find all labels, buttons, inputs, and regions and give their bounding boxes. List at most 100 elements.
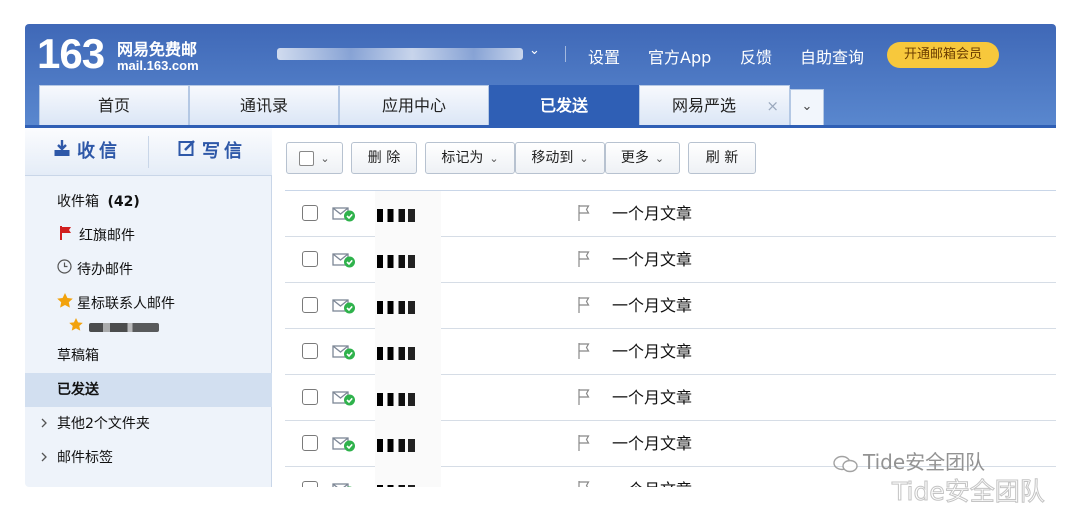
email-subject[interactable]: 一个月文章 (612, 467, 692, 487)
email-subject[interactable]: 一个月文章 (612, 421, 692, 467)
tab-label: 通讯录 (239, 96, 288, 115)
move-to-dropdown[interactable]: 移动到 ⌄ (515, 142, 605, 174)
delete-button[interactable]: 删 除 (351, 142, 417, 174)
recipient-redacted (375, 467, 441, 487)
recipient-redacted (375, 375, 441, 421)
folder-label: 待办邮件 (77, 262, 133, 278)
flag-icon[interactable] (577, 204, 591, 222)
email-subject[interactable]: 一个月文章 (612, 191, 692, 237)
sent-mail-icon (332, 253, 355, 268)
folder-starred-contact-redacted[interactable] (25, 314, 272, 340)
folder-label: 其他2个文件夹 (57, 416, 150, 432)
tab-home[interactable]: 首页 (39, 85, 189, 125)
email-list: 一个月文章一个月文章一个月文章一个月文章一个月文章一个月文章一个月文章 (285, 190, 1056, 487)
email-subject[interactable]: 一个月文章 (612, 283, 692, 329)
recipient-redacted (375, 283, 441, 329)
feedback-link[interactable]: 反馈 (740, 44, 772, 68)
flag-icon[interactable] (577, 250, 591, 268)
vip-membership-button[interactable]: 开通邮箱会员 (887, 42, 999, 68)
sent-mail-icon (332, 299, 355, 314)
folder-drafts[interactable]: 草稿箱 (25, 339, 272, 373)
receive-button[interactable]: 收信 (53, 128, 121, 176)
account-email-redacted (277, 48, 523, 60)
more-label: 更多 (620, 150, 649, 166)
sent-mail-icon (332, 483, 352, 487)
table-row[interactable]: 一个月文章 (285, 375, 1056, 421)
table-row[interactable]: 一个月文章 (285, 191, 1056, 237)
chevron-down-icon: ⌄ (579, 152, 589, 165)
chevron-right-icon (39, 407, 49, 441)
tab-label: 已发送 (539, 96, 588, 115)
close-icon[interactable]: × (766, 86, 779, 126)
self-service-link[interactable]: 自助查询 (800, 44, 864, 68)
row-checkbox[interactable] (302, 389, 318, 405)
row-checkbox[interactable] (302, 251, 318, 267)
flag-icon[interactable] (577, 434, 591, 452)
sent-mail-icon (332, 391, 355, 406)
folder-label: 邮件标签 (57, 450, 113, 466)
folder-red-flag[interactable]: 红旗邮件 (25, 219, 272, 253)
flag-icon[interactable] (577, 342, 591, 360)
chevron-down-icon: ⌄ (529, 43, 540, 58)
select-all-checkbox[interactable] (299, 150, 315, 166)
chevron-down-icon: ⌄ (654, 152, 665, 165)
folder-label: 星标联系人邮件 (77, 296, 175, 312)
mark-as-dropdown[interactable]: 标记为 ⌄ (425, 142, 515, 174)
official-app-link[interactable]: 官方App (648, 44, 711, 68)
wechat-icon (833, 455, 858, 472)
table-row[interactable]: 一个月文章 (285, 329, 1056, 375)
compose-divider (148, 136, 149, 168)
clock-icon (57, 253, 72, 287)
table-row[interactable]: 一个月文章 (285, 237, 1056, 283)
mail-toolbar: ⌄ 删 除 标记为 ⌄ 移动到 ⌄ 更多 ⌄ 刷 新 (273, 128, 1056, 184)
more-dropdown[interactable]: 更多 ⌄ (605, 142, 680, 174)
more-tabs-chevron-icon[interactable]: ⌄ (790, 89, 824, 125)
refresh-button[interactable]: 刷 新 (688, 142, 756, 174)
red-flag-icon (59, 219, 73, 253)
row-checkbox[interactable] (302, 435, 318, 451)
header-divider (565, 46, 566, 62)
row-checkbox[interactable] (302, 205, 318, 221)
tab-label: 首页 (97, 96, 130, 115)
top-header: 163 网易免费邮 mail.163.com ⌄ 设置 官方App 反馈 自助查… (25, 24, 1056, 128)
tab-app-center[interactable]: 应用中心 (339, 85, 489, 125)
mail-window: 163 网易免费邮 mail.163.com ⌄ 设置 官方App 反馈 自助查… (25, 24, 1056, 487)
recipient-redacted (375, 237, 441, 283)
folder-tags[interactable]: 邮件标签 (25, 441, 272, 475)
flag-icon[interactable] (577, 296, 591, 314)
recipient-redacted (375, 421, 441, 467)
email-subject[interactable]: 一个月文章 (612, 237, 692, 283)
tab-contacts[interactable]: 通讯录 (189, 85, 339, 125)
logo-163[interactable]: 163 (37, 30, 105, 78)
email-subject[interactable]: 一个月文章 (612, 375, 692, 421)
email-subject[interactable]: 一个月文章 (612, 329, 692, 375)
tab-sent[interactable]: 已发送 (489, 85, 639, 125)
flag-icon[interactable] (577, 388, 591, 406)
compose-bar: 收信 写信 (25, 128, 272, 176)
flag-icon[interactable] (577, 480, 591, 487)
select-all-dropdown[interactable]: ⌄ (286, 142, 343, 174)
folder-other[interactable]: 其他2个文件夹 (25, 407, 272, 441)
watermark-text: Tide安全团队 (863, 450, 986, 474)
settings-link[interactable]: 设置 (588, 44, 620, 68)
edit-icon (178, 128, 196, 176)
sent-mail-icon (332, 437, 355, 452)
chevron-down-icon: ⌄ (489, 152, 499, 165)
tab-yanxuan[interactable]: 网易严选 × (639, 85, 790, 125)
recipient-redacted (375, 329, 441, 375)
table-row[interactable]: 一个月文章 (285, 283, 1056, 329)
chevron-down-icon: ⌄ (320, 152, 330, 165)
row-checkbox[interactable] (302, 481, 318, 487)
folder-label: 已发送 (57, 382, 99, 398)
row-checkbox[interactable] (302, 343, 318, 359)
folder-sent[interactable]: 已发送 (25, 373, 272, 407)
row-checkbox[interactable] (302, 297, 318, 313)
unread-count: (42) (107, 194, 140, 210)
write-button[interactable]: 写信 (178, 128, 246, 176)
receive-label: 收信 (77, 141, 121, 162)
account-menu[interactable]: ⌄ (277, 43, 545, 65)
folder-inbox[interactable]: 收件箱 (42) (25, 185, 272, 219)
watermark-logo: Tide安全团队 (833, 446, 985, 475)
folder-todo[interactable]: 待办邮件 (25, 253, 272, 287)
sidebar: 收信 写信 收件箱 (42) 红旗邮件 待办邮件 星标联系人邮件 草稿箱 已发送… (25, 128, 272, 487)
